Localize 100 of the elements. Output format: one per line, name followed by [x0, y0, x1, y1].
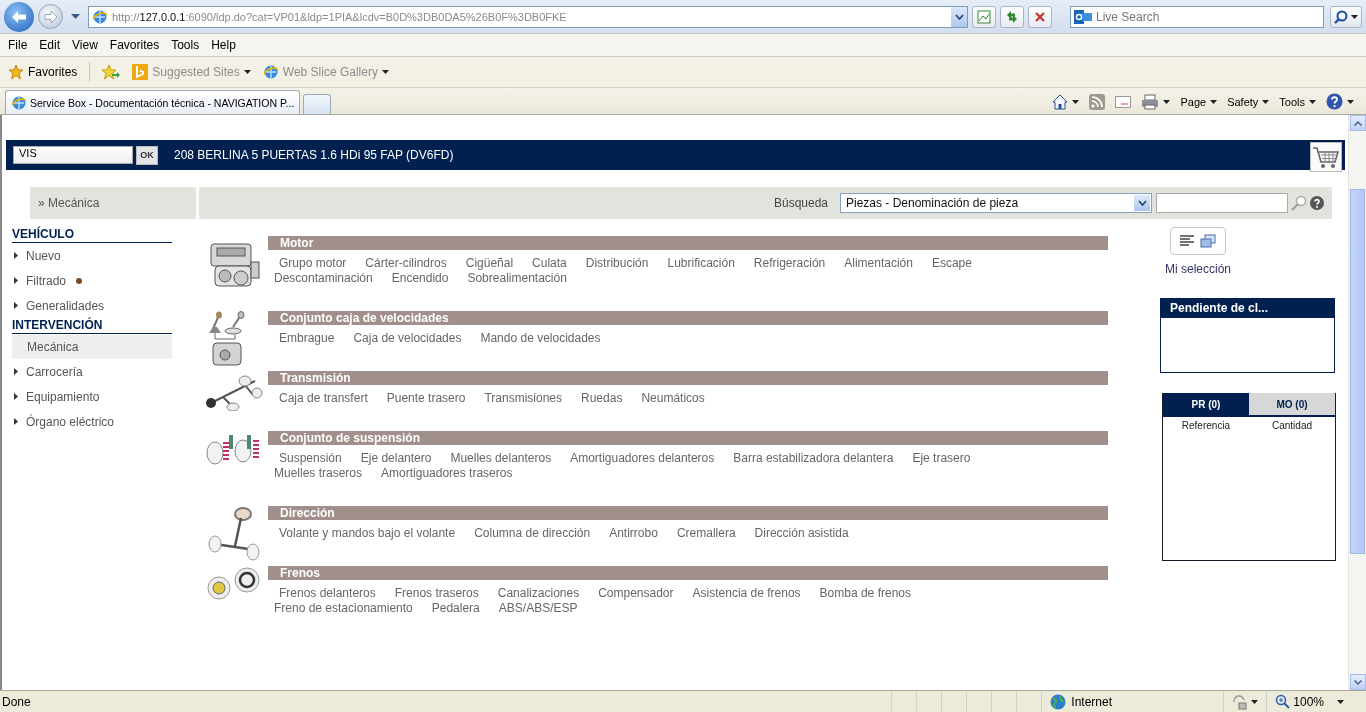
zoom-button[interactable]: 100%	[1275, 694, 1344, 709]
address-dropdown[interactable]	[951, 6, 967, 27]
category-link[interactable]: Frenos delanteros	[279, 586, 376, 600]
caret-icon	[1251, 699, 1259, 704]
feeds-button[interactable]	[1087, 91, 1108, 112]
category-link[interactable]: Lubrificación	[667, 256, 735, 270]
category-link[interactable]: Sobrealimentación	[467, 271, 567, 285]
sidebar-item[interactable]: Órgano eléctrico	[12, 409, 172, 434]
scroll-thumb[interactable]	[1350, 189, 1365, 554]
category-link[interactable]: Cigüeñal	[465, 256, 514, 270]
category-link[interactable]: Cárter-cilindros	[365, 256, 447, 270]
sidebar-item[interactable]: Mecánica	[12, 335, 172, 359]
help-icon[interactable]	[1310, 196, 1324, 210]
command-menu[interactable]: Safety	[1225, 93, 1272, 110]
stop-button[interactable]	[1028, 5, 1052, 28]
category-link[interactable]: Eje trasero	[912, 451, 971, 465]
search-field[interactable]	[1156, 193, 1288, 213]
search-field[interactable]: Live Search	[1070, 5, 1324, 28]
menu-item[interactable]: Help	[205, 38, 242, 52]
category-link[interactable]: Compensador	[598, 586, 674, 600]
category-link[interactable]: Dirección asistida	[754, 526, 849, 540]
category-link[interactable]: Muelles traseros	[274, 466, 363, 480]
help-button[interactable]	[1324, 91, 1356, 112]
forward-button[interactable]	[38, 4, 63, 29]
new-tab-button[interactable]	[303, 94, 332, 114]
category-link[interactable]: Embrague	[279, 331, 335, 345]
sidebar-item[interactable]: Generalidades	[12, 293, 172, 318]
category-link[interactable]: Alimentación	[844, 256, 913, 270]
page-chart-icon	[977, 9, 991, 24]
menu-item[interactable]: Favorites	[103, 38, 166, 52]
scrollbar[interactable]	[1348, 115, 1366, 690]
category-link[interactable]: Columna de dirección	[474, 526, 591, 540]
cart-button[interactable]	[1310, 142, 1342, 172]
category-link[interactable]: Ruedas	[581, 391, 623, 405]
category-link[interactable]: ABS/ABS/ESP	[498, 601, 578, 615]
category-link[interactable]: Mando de velocidades	[480, 331, 601, 345]
menu-item[interactable]: Tools	[165, 38, 206, 52]
command-menu[interactable]: Page	[1178, 93, 1220, 110]
category-link[interactable]: Antirrobo	[609, 526, 658, 540]
menu-item[interactable]: File	[2, 38, 34, 52]
category-header: Conjunto caja de velocidades	[268, 311, 1108, 325]
category-link[interactable]: Caja de transfert	[279, 391, 368, 405]
category-link[interactable]: Cremallera	[676, 526, 736, 540]
breadcrumb[interactable]: » Mecánica	[30, 187, 196, 219]
menu-item[interactable]: Edit	[33, 38, 67, 52]
cart-icon	[1312, 145, 1340, 169]
protected-mode-button[interactable]	[1232, 693, 1259, 710]
scroll-down-button[interactable]	[1349, 674, 1366, 690]
search-type-select[interactable]: Piezas - Denominación de pieza	[840, 193, 1152, 213]
sidebar-item[interactable]: Nuevo	[12, 243, 172, 268]
category-link[interactable]: Puente trasero	[386, 391, 466, 405]
refresh-button[interactable]	[1000, 5, 1024, 28]
print-button[interactable]	[1139, 91, 1173, 112]
my-selection-link[interactable]: Mi selección	[1165, 262, 1335, 276]
category-link[interactable]: Culata	[532, 256, 567, 270]
category-link[interactable]: Canalizaciones	[497, 586, 580, 600]
category-link[interactable]: Escape	[931, 256, 972, 270]
category-link[interactable]: Muelles delanteros	[450, 451, 552, 465]
sidebar-item[interactable]: Carrocería	[12, 359, 172, 384]
category-link[interactable]: Barra estabilizadora delantera	[733, 451, 894, 465]
ok-button[interactable]: OK	[136, 145, 158, 165]
category-link[interactable]: Encendido	[391, 271, 449, 285]
category-link[interactable]: Pedalera	[431, 601, 480, 615]
sidebar-item[interactable]: Filtrado	[12, 268, 172, 293]
cart-tab[interactable]: MO (0)	[1249, 393, 1335, 415]
compatibility-button[interactable]	[972, 5, 996, 28]
category-link[interactable]: Refrigeración	[753, 256, 826, 270]
category-link[interactable]: Eje delantero	[360, 451, 432, 465]
browser-tab[interactable]: Service Box - Documentación técnica - NAVIGATION P...	[5, 90, 301, 114]
category-link[interactable]: Frenos traseros	[394, 586, 479, 600]
category-link[interactable]: Caja de velocidades	[353, 331, 462, 345]
category-link[interactable]: Volante y mandos bajo el volante	[279, 526, 456, 540]
command-menu[interactable]: Tools	[1277, 93, 1318, 110]
rss-icon	[1089, 93, 1106, 110]
category-link[interactable]: Amortiguadores delanteros	[570, 451, 715, 465]
category-link[interactable]: Freno de estacionamiento	[274, 601, 413, 615]
category-link[interactable]: Distribución	[585, 256, 649, 270]
view-mode-button[interactable]	[1170, 227, 1226, 255]
add-favorites-button[interactable]	[100, 62, 123, 82]
cart-tab[interactable]: PR (0)	[1163, 393, 1249, 415]
zoom-icon	[1275, 694, 1291, 709]
category-link[interactable]: Asistencia de frenos	[692, 586, 801, 600]
mail-button[interactable]	[1113, 93, 1134, 110]
chevron-icon	[1353, 679, 1362, 685]
sidebar-item[interactable]: Equipamiento	[12, 384, 172, 409]
category-link[interactable]: Neumáticos	[641, 391, 705, 405]
menu-item[interactable]: View	[66, 38, 104, 52]
search-button[interactable]	[1330, 5, 1362, 28]
back-button[interactable]	[4, 1, 34, 32]
category-link[interactable]: Descontaminación	[274, 271, 373, 285]
favorites-link[interactable]: Suggested Sites	[130, 62, 253, 82]
scroll-up-button[interactable]	[1349, 115, 1366, 131]
category-link[interactable]: Amortiguadores traseros	[381, 466, 513, 480]
address-field[interactable]: http://127.0.0.1:6090/ldp.do?cat=VP01&ldp=1PIA&lcdv=B0D%3DB0DA5%26B0F%3DB0FKE	[88, 5, 968, 28]
category-link[interactable]: Grupo motor	[279, 256, 347, 270]
category-link[interactable]: Transmisiones	[484, 391, 562, 405]
category-link[interactable]: Bomba de frenos	[819, 586, 911, 600]
category-link[interactable]: Suspensión	[279, 451, 342, 465]
vis-field[interactable]: VIS	[13, 146, 133, 164]
favorites-button[interactable]: Favorites	[6, 62, 80, 82]
